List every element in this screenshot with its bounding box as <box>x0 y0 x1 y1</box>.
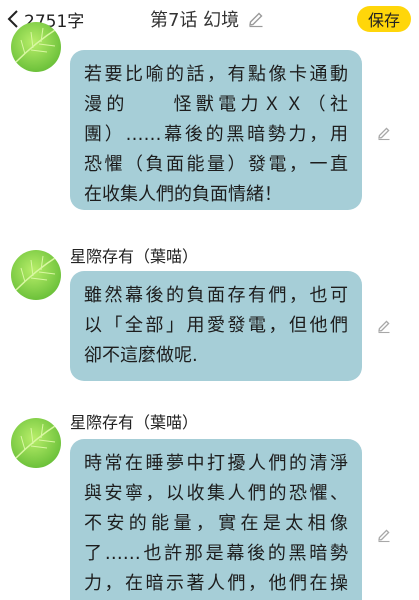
chapter-title-area[interactable]: 第7话 幻境 <box>150 6 265 32</box>
pencil-icon <box>378 127 390 141</box>
edit-message-button[interactable] <box>376 125 392 141</box>
message-line: 恐懼（負面能量）發電，一直 <box>84 154 348 175</box>
message-line: 不安的能量，實在是太相像 <box>84 513 348 534</box>
message-line: 若要比喻的話，有點像卡通動 <box>84 64 348 85</box>
message-line: 時常在睡夢中打擾人們的清淨 <box>84 453 348 474</box>
message-line: 與安寧，以收集人們的恐懼、 <box>84 483 348 504</box>
speaker-name: 星際存有（葉喵） <box>70 413 199 432</box>
message-bubble[interactable]: 雖然幕後的負面存有們，也可 以「全部」用愛發電，但他們 卻不這麼做呢. <box>70 271 362 381</box>
top-bar: 2751字 第7话 幻境 保存 <box>0 0 419 40</box>
chapter-title: 第7话 幻境 <box>150 10 240 31</box>
message-line: 卻不這麼做呢. <box>84 345 198 366</box>
avatar[interactable] <box>11 22 61 72</box>
save-button[interactable]: 保存 <box>357 6 411 32</box>
edit-message-button[interactable] <box>376 318 392 334</box>
green-leaf-avatar <box>11 22 61 72</box>
avatar[interactable] <box>11 250 61 300</box>
message-line: 漫的 怪獸電力ＸＸ（社 <box>84 94 348 115</box>
message-line: 在收集人們的負面情緒！ <box>84 184 282 205</box>
green-leaf-avatar <box>11 418 61 468</box>
speaker-name: 星際存有（葉喵） <box>70 247 199 266</box>
pencil-icon <box>378 320 390 334</box>
green-leaf-avatar <box>11 250 61 300</box>
message-line: 雖然幕後的負面存有們，也可 <box>84 285 348 306</box>
message-bubble[interactable]: 若要比喻的話，有點像卡通動 漫的 怪獸電力ＸＸ（社 團）……幕後的黑暗勢力，用 … <box>70 50 362 210</box>
message-line: 力，在暗示著人們，他們在操 <box>84 573 348 594</box>
message-line: 了……也許那是幕後的黑暗勢 <box>84 543 348 564</box>
message-line: 團）……幕後的黑暗勢力，用 <box>84 124 348 145</box>
pencil-icon[interactable] <box>247 10 265 28</box>
edit-message-button[interactable] <box>376 527 392 543</box>
message-bubble[interactable]: 時常在睡夢中打擾人們的清淨 與安寧，以收集人們的恐懼、 不安的能量，實在是太相像… <box>70 439 362 600</box>
avatar[interactable] <box>11 418 61 468</box>
chevron-left-icon <box>7 10 18 28</box>
pencil-icon <box>378 529 390 543</box>
message-line: 以「全部」用愛發電，但他們 <box>84 315 348 336</box>
